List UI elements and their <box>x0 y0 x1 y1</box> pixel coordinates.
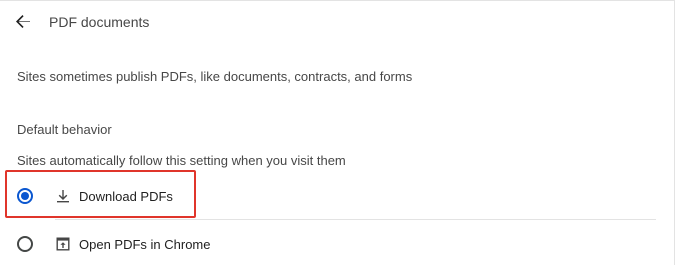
radio-open-pdfs-in-chrome[interactable] <box>17 236 33 252</box>
page-description: Sites sometimes publish PDFs, like docum… <box>17 69 413 84</box>
option-divider <box>55 219 656 220</box>
page-header: PDF documents <box>0 0 675 45</box>
section-heading: Default behavior <box>17 122 112 137</box>
open-in-browser-icon <box>55 236 71 252</box>
option-open-pdfs-in-chrome[interactable]: Open PDFs in Chrome <box>0 222 660 265</box>
page-title: PDF documents <box>49 14 150 30</box>
arrow-back-icon <box>16 15 30 28</box>
section-subtitle: Sites automatically follow this setting … <box>17 153 346 168</box>
highlight-box <box>5 170 196 218</box>
option-label-open-pdfs-in-chrome: Open PDFs in Chrome <box>79 236 211 252</box>
pdf-documents-settings-page: PDF documents Sites sometimes publish PD… <box>0 0 675 265</box>
back-button[interactable] <box>10 9 36 35</box>
